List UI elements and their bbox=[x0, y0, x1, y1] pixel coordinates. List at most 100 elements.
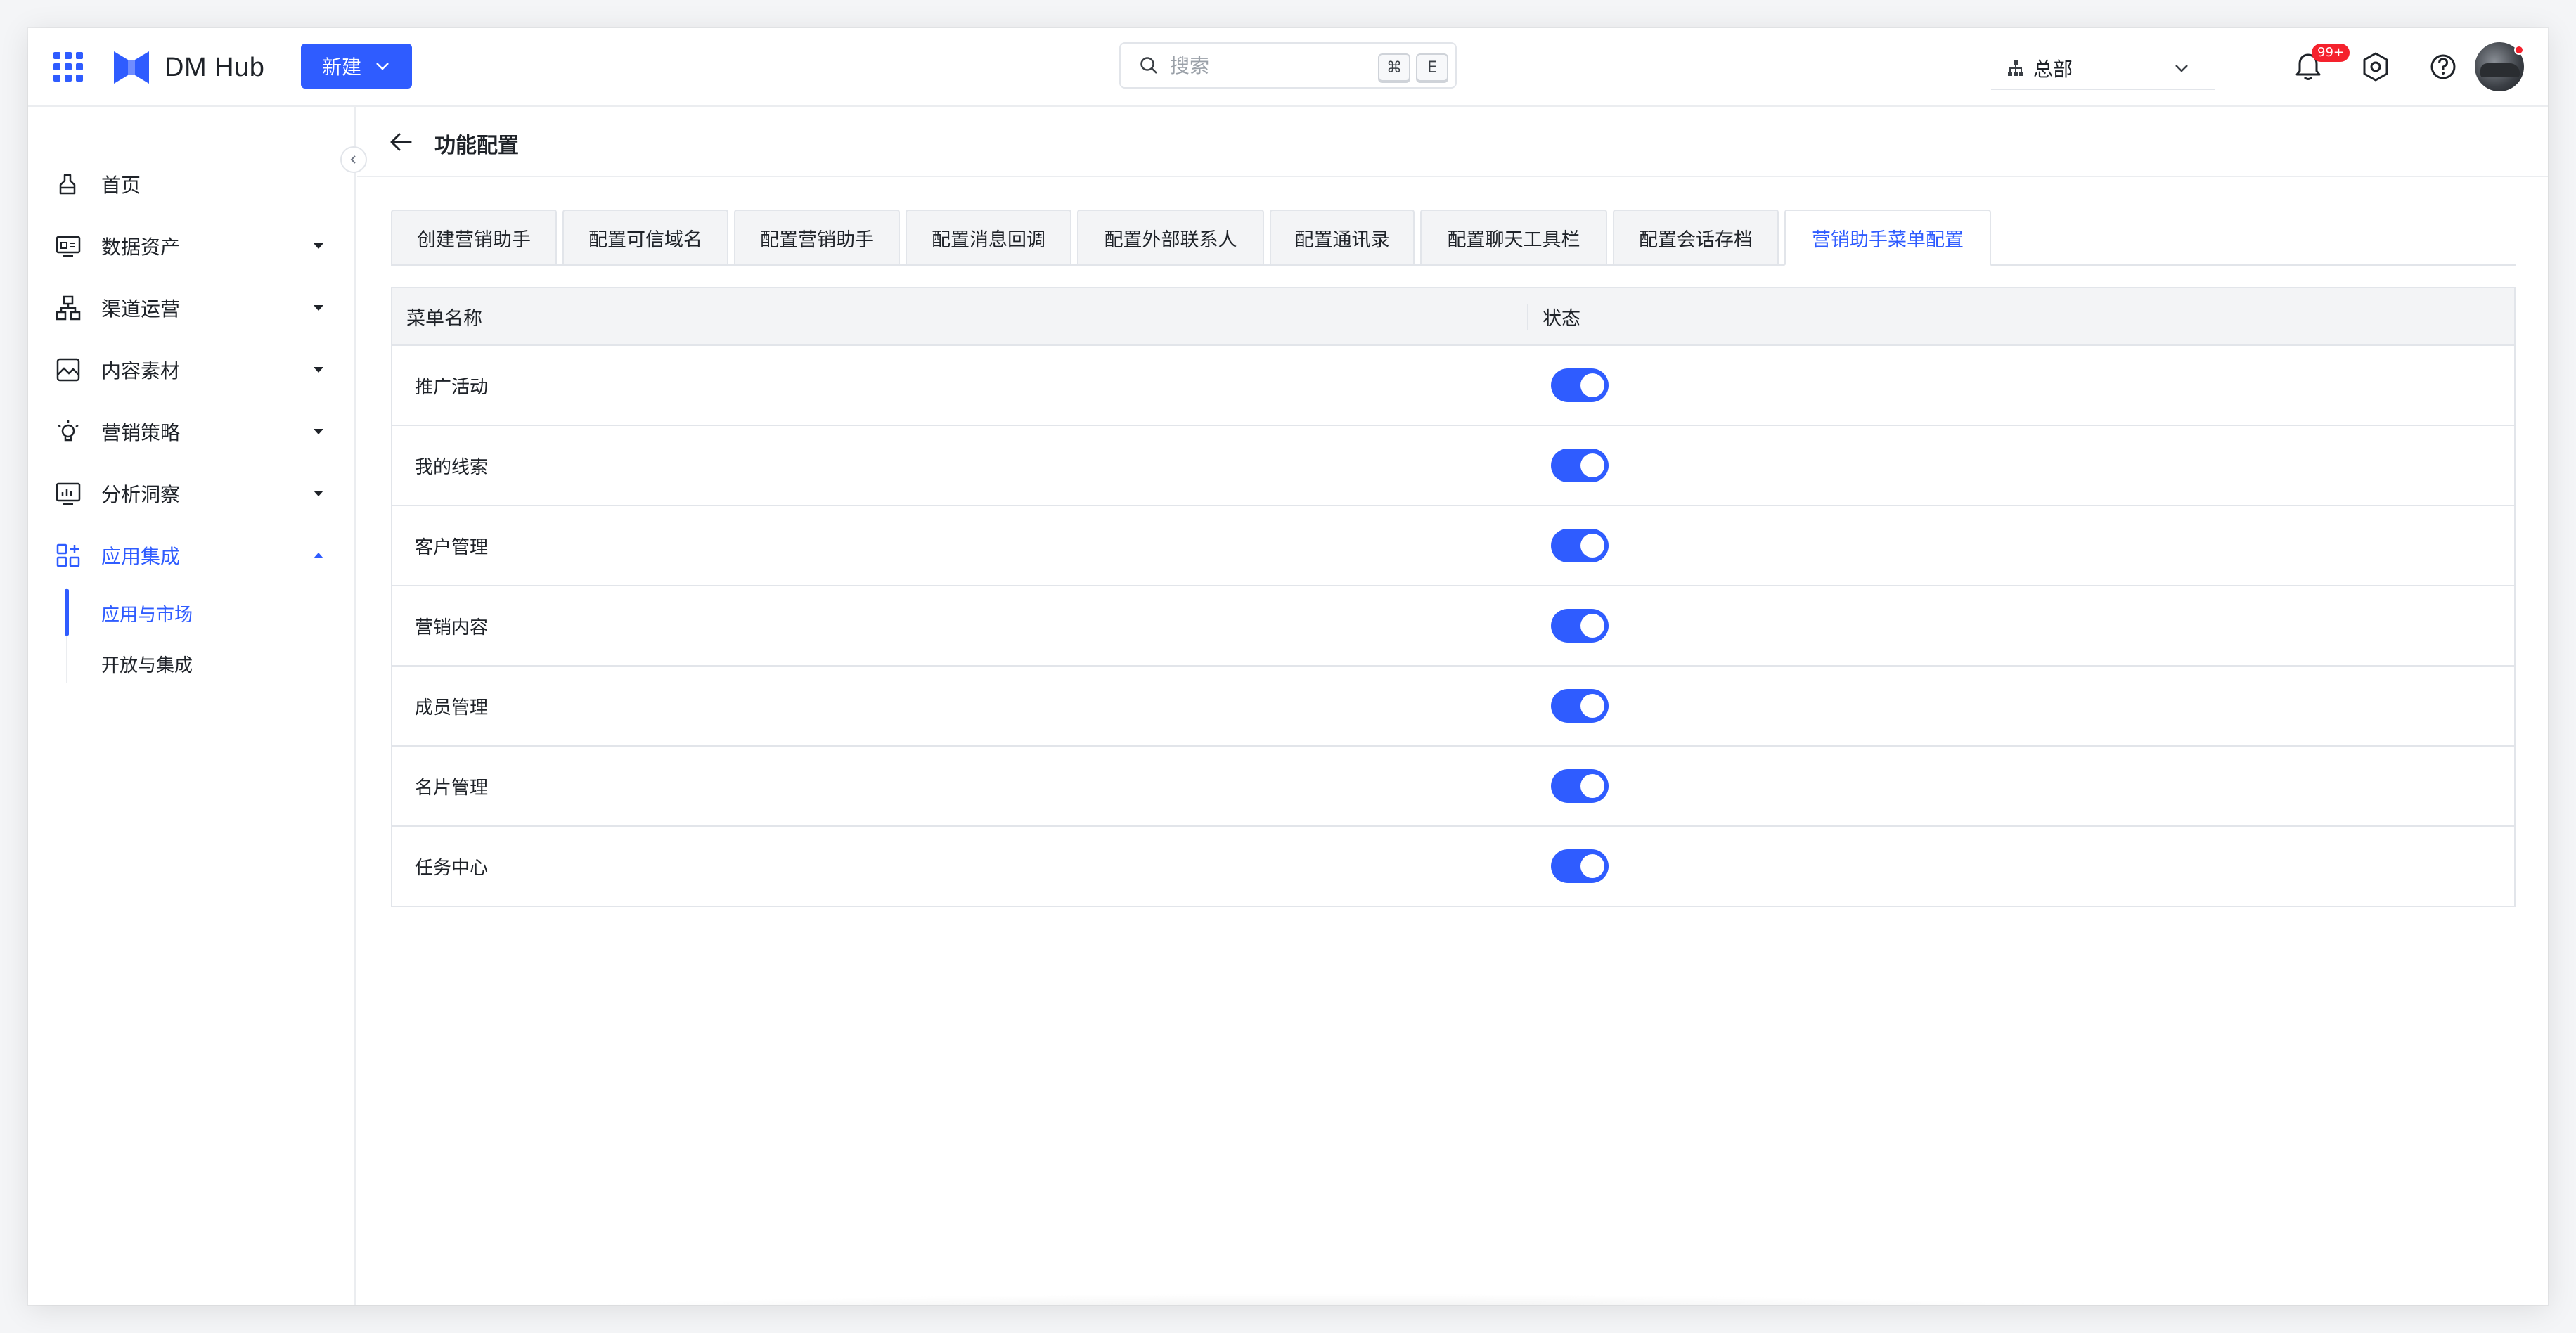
new-button[interactable]: 新建 bbox=[301, 44, 412, 89]
caret-down-icon bbox=[314, 305, 323, 311]
top-header: DM Hub 新建 ⌘ E 总部 99+ bbox=[28, 28, 2548, 107]
table-row: 营销内容 bbox=[392, 586, 2514, 666]
menu-config-table: 菜单名称 状态 推广活动 我的线索 客户管理 营销内容 成员管理 名片管理 任务… bbox=[391, 287, 2516, 907]
toggle-knob bbox=[1580, 854, 1604, 878]
analytics-icon bbox=[56, 482, 81, 505]
sidebar-subitem-app-market[interactable]: 应用与市场 bbox=[101, 600, 193, 626]
menu-name-cell: 客户管理 bbox=[415, 536, 489, 558]
toggle-knob bbox=[1580, 534, 1604, 558]
status-toggle[interactable] bbox=[1551, 689, 1609, 723]
sidebar-item-label: 渠道运营 bbox=[101, 297, 181, 321]
org-selector[interactable]: 总部 bbox=[1991, 48, 2215, 90]
column-divider bbox=[1527, 304, 1528, 330]
table-row: 我的线索 bbox=[392, 426, 2514, 506]
sidebar-item-label: 分析洞察 bbox=[101, 483, 181, 506]
submenu-active-indicator bbox=[65, 589, 69, 636]
column-header-status: 状态 bbox=[1543, 307, 1580, 330]
table-header: 菜单名称 状态 bbox=[392, 288, 2514, 346]
org-label: 总部 bbox=[2033, 58, 2073, 81]
caret-down-icon bbox=[314, 243, 323, 249]
sidebar-subitem-open-integration[interactable]: 开放与集成 bbox=[101, 651, 193, 677]
toggle-knob bbox=[1580, 614, 1604, 638]
table-row: 客户管理 bbox=[392, 506, 2514, 586]
shortcut-e-key: E bbox=[1416, 53, 1448, 82]
tab-external-contacts[interactable]: 配置外部联系人 bbox=[1077, 210, 1264, 264]
logo[interactable]: DM Hub bbox=[112, 48, 264, 87]
sidebar-item-strategy[interactable]: 营销策略 bbox=[28, 406, 356, 457]
tab-message-callback[interactable]: 配置消息回调 bbox=[906, 210, 1071, 264]
new-button-label: 新建 bbox=[321, 56, 361, 79]
toggle-knob bbox=[1580, 373, 1604, 397]
sidebar: 首页 数据资产 渠道运营 内容素材 营销策略 分析洞察 应用集成 应用与市场 开… bbox=[28, 107, 356, 1305]
toggle-knob bbox=[1580, 453, 1604, 477]
toggle-knob bbox=[1580, 774, 1604, 798]
menu-name-cell: 名片管理 bbox=[415, 777, 489, 799]
caret-down-icon bbox=[314, 429, 323, 434]
apps-grid-icon[interactable] bbox=[52, 51, 84, 83]
sidebar-item-apps-integration[interactable]: 应用集成 bbox=[28, 530, 356, 581]
tab-assistant-menu-config[interactable]: 营销助手菜单配置 bbox=[1784, 210, 1991, 266]
status-toggle[interactable] bbox=[1551, 609, 1609, 643]
caret-down-icon bbox=[314, 367, 323, 373]
page-header: 功能配置 bbox=[357, 107, 2548, 177]
sidebar-item-channel[interactable]: 渠道运营 bbox=[28, 283, 356, 333]
column-header-menu-name: 菜单名称 bbox=[406, 307, 482, 330]
chevron-left-icon bbox=[350, 155, 356, 164]
notification-badge: 99+ bbox=[2312, 44, 2350, 62]
shortcut-cmd-key: ⌘ bbox=[1378, 53, 1410, 82]
sidebar-item-label: 首页 bbox=[101, 174, 141, 197]
sidebar-item-label: 数据资产 bbox=[101, 236, 181, 259]
data-assets-icon bbox=[56, 236, 81, 257]
main-content: 功能配置 创建营销助手 配置可信域名 配置营销助手 配置消息回调 配置外部联系人… bbox=[357, 107, 2548, 1305]
sidebar-item-analytics[interactable]: 分析洞察 bbox=[28, 468, 356, 519]
sidebar-item-label: 应用集成 bbox=[101, 545, 181, 568]
menu-name-cell: 推广活动 bbox=[415, 376, 489, 398]
content-icon bbox=[56, 358, 80, 382]
status-toggle[interactable] bbox=[1551, 769, 1609, 803]
app-window: DM Hub 新建 ⌘ E 总部 99+ bbox=[28, 28, 2548, 1305]
menu-name-cell: 成员管理 bbox=[415, 697, 489, 719]
dmhub-logo-icon bbox=[114, 51, 149, 84]
tab-create-assistant[interactable]: 创建营销助手 bbox=[391, 210, 557, 264]
tab-chat-toolbar[interactable]: 配置聊天工具栏 bbox=[1420, 210, 1607, 264]
avatar-status-dot bbox=[2514, 45, 2524, 55]
status-toggle[interactable] bbox=[1551, 368, 1609, 402]
caret-up-icon bbox=[314, 553, 323, 558]
help-icon[interactable] bbox=[2426, 49, 2461, 84]
logo-text: DM Hub bbox=[165, 52, 265, 82]
search-input[interactable] bbox=[1170, 53, 1360, 77]
back-arrow-icon[interactable] bbox=[387, 128, 415, 156]
page-title: 功能配置 bbox=[434, 134, 519, 158]
sidebar-item-label: 营销策略 bbox=[101, 421, 181, 444]
chevron-down-icon bbox=[2175, 65, 2188, 72]
tab-config-assistant[interactable]: 配置营销助手 bbox=[734, 210, 900, 264]
org-tree-icon bbox=[2008, 60, 2023, 76]
status-toggle[interactable] bbox=[1551, 449, 1609, 482]
sidebar-collapse-button[interactable] bbox=[340, 146, 367, 173]
tab-bar: 创建营销助手 配置可信域名 配置营销助手 配置消息回调 配置外部联系人 配置通讯… bbox=[391, 210, 2516, 266]
menu-name-cell: 营销内容 bbox=[415, 617, 489, 638]
menu-name-cell: 我的线索 bbox=[415, 456, 489, 478]
search-icon bbox=[1140, 57, 1157, 74]
channel-icon bbox=[56, 295, 81, 321]
settings-icon[interactable] bbox=[2358, 49, 2393, 84]
status-toggle[interactable] bbox=[1551, 849, 1609, 883]
table-row: 名片管理 bbox=[392, 747, 2514, 827]
strategy-icon bbox=[58, 420, 79, 442]
tab-session-archive[interactable]: 配置会话存档 bbox=[1613, 210, 1779, 264]
tab-trusted-domain[interactable]: 配置可信域名 bbox=[562, 210, 728, 264]
table-row: 成员管理 bbox=[392, 666, 2514, 747]
tab-address-book[interactable]: 配置通讯录 bbox=[1270, 210, 1415, 264]
apps-integration-icon bbox=[56, 543, 80, 567]
sidebar-item-content[interactable]: 内容素材 bbox=[28, 344, 356, 395]
chevron-down-icon bbox=[376, 63, 389, 70]
table-row: 推广活动 bbox=[392, 346, 2514, 426]
home-icon bbox=[59, 174, 76, 195]
avatar-image bbox=[2480, 63, 2520, 77]
status-toggle[interactable] bbox=[1551, 529, 1609, 562]
menu-name-cell: 任务中心 bbox=[415, 857, 489, 879]
sidebar-item-home[interactable]: 首页 bbox=[28, 159, 356, 210]
table-row: 任务中心 bbox=[392, 827, 2514, 906]
sidebar-item-data-assets[interactable]: 数据资产 bbox=[28, 221, 356, 271]
search-box[interactable]: ⌘ E bbox=[1119, 42, 1457, 89]
